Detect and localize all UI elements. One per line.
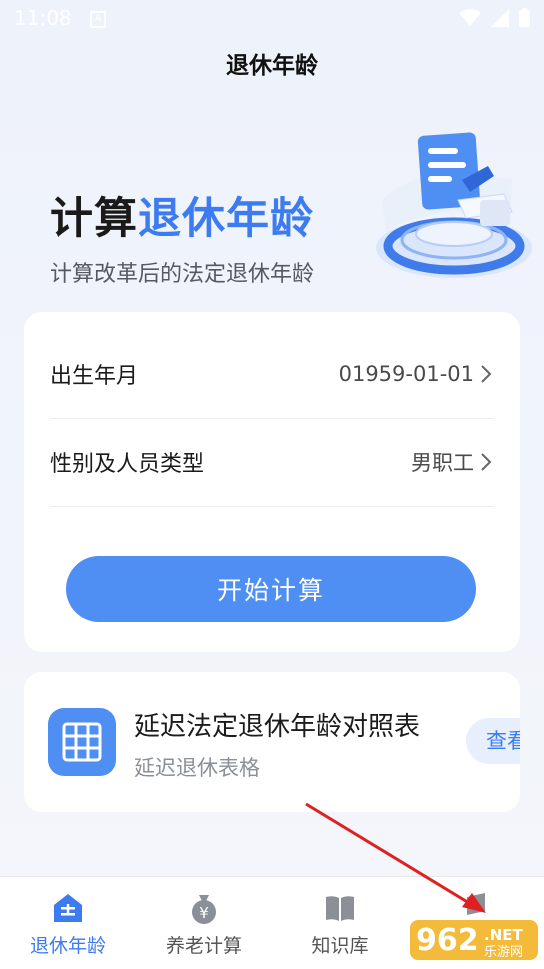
tab-pension-calc[interactable]: ¥ 养老计算 <box>136 877 272 969</box>
chevron-right-icon <box>481 453 492 471</box>
watermark-number: 962 <box>416 923 479 958</box>
home-calculator-icon <box>54 894 82 922</box>
tab-label: 知识库 <box>311 935 369 957</box>
gender-type-value[interactable]: 男职工 <box>411 447 494 477</box>
chevron-right-icon <box>481 365 492 383</box>
battery-icon <box>519 8 530 27</box>
book-icon <box>326 896 354 921</box>
comparison-table-card[interactable]: 延迟法定退休年龄对照表 延迟退休表格 查看 <box>24 672 520 812</box>
money-bag-icon: ¥ <box>192 895 216 924</box>
document-ring-illustration <box>376 132 532 278</box>
signal-icon <box>491 8 509 27</box>
site-watermark-logo: 962 .NET 乐游网 <box>410 920 538 960</box>
gender-type-text: 男职工 <box>411 451 474 475</box>
calculation-form-card: 出生年月 01959-01-01 性别及人员类型 男职工 开始计算 <box>24 312 520 652</box>
watermark-sub: 乐游网 <box>484 945 523 960</box>
tab-retirement-age[interactable]: 退休年龄 <box>0 877 136 969</box>
tab-label: 退休年龄 <box>29 935 106 957</box>
hero-title: 计算退休年龄 <box>50 184 314 246</box>
status-time: 11:08 <box>14 6 72 30</box>
status-icons <box>459 8 530 27</box>
hero-subtitle: 计算改革后的法定退休年龄 <box>50 262 315 287</box>
tab-knowledge-base[interactable]: 知识库 <box>272 877 408 969</box>
gender-type-label: 性别及人员类型 <box>50 452 205 477</box>
view-button[interactable]: 查看 <box>466 718 520 764</box>
wifi-icon <box>459 8 481 26</box>
birth-date-label: 出生年月 <box>50 364 139 389</box>
birth-date-value[interactable]: 01959-01-01 <box>339 362 494 386</box>
notification-icon: A <box>90 11 106 28</box>
grid-icon <box>62 722 102 762</box>
page-title: 退休年龄 <box>226 53 318 79</box>
table-card-title: 延迟法定退休年龄对照表 <box>134 712 421 742</box>
svg-text:¥: ¥ <box>199 904 209 922</box>
table-card-subtitle: 延迟退休表格 <box>134 756 260 780</box>
status-bar: 11:08 A <box>0 0 544 38</box>
hero-title-plain: 计算 <box>50 194 138 244</box>
watermark-net: .NET <box>484 926 523 944</box>
tab-label: 养老计算 <box>165 935 242 957</box>
grid-table-icon <box>48 708 116 776</box>
gender-type-row[interactable]: 性别及人员类型 男职工 <box>50 418 494 507</box>
birth-date-text: 01959-01-01 <box>338 362 474 386</box>
start-calculation-button[interactable]: 开始计算 <box>66 556 476 622</box>
hero-title-accent: 退休年龄 <box>138 194 314 244</box>
birth-date-row[interactable]: 出生年月 01959-01-01 <box>50 330 494 419</box>
